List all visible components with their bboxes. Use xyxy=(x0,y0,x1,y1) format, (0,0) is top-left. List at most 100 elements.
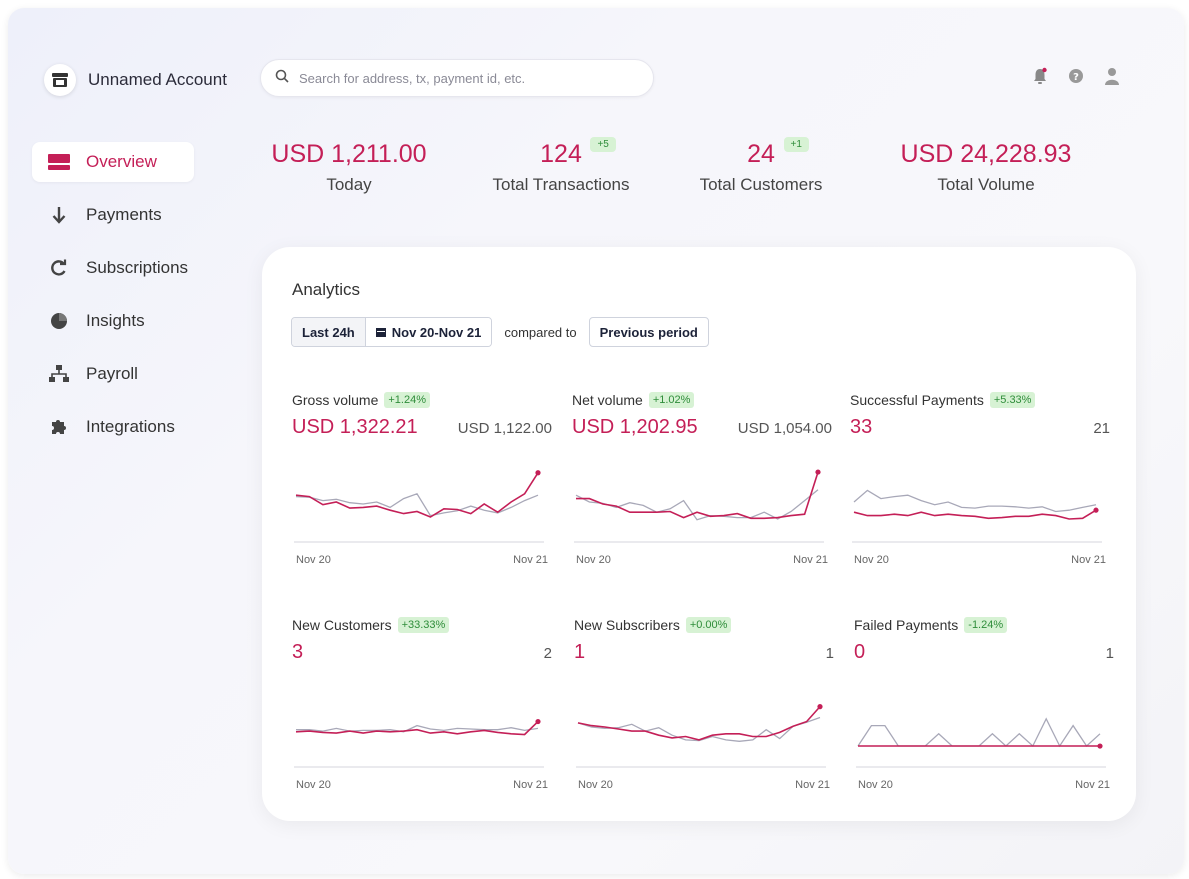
sidebar-item-label: Overview xyxy=(86,152,157,171)
analytics-title: Analytics xyxy=(292,280,361,299)
sidebar-item-label: Payroll xyxy=(86,364,138,383)
sidebar-item-integrations[interactable]: Integrations xyxy=(32,407,194,447)
date-range-label: Nov 20-Nov 21 xyxy=(391,324,482,340)
metric-change-badge: +33.33% xyxy=(397,617,450,633)
metric-new-customers: New Customers +33.33% 3 2 Nov 20 Nov 21 xyxy=(292,617,552,817)
series-end-point xyxy=(1093,507,1099,513)
arrow-down-icon xyxy=(48,204,70,226)
sparkline-chart xyxy=(856,717,1106,768)
compared-label: compared to xyxy=(504,324,577,340)
stat-value: USD 1,211.00 xyxy=(271,140,427,168)
stat-value: USD 24,228.93 xyxy=(900,140,1072,168)
metric-change-badge: +1.24% xyxy=(384,392,430,408)
metric-current-value: 33 xyxy=(850,416,873,438)
metric-current-value: 3 xyxy=(292,641,304,663)
x-tick-label: Nov 20 xyxy=(854,554,889,566)
metric-failed-payments: Failed Payments -1.24% 0 1 Nov 20 Nov 21 xyxy=(854,617,1114,817)
x-tick-label: Nov 21 xyxy=(513,554,548,566)
date-range-selector: Last 24h Nov 20-Nov 21 xyxy=(291,317,493,347)
metric-title: New Customers xyxy=(292,617,392,633)
metric-current-value: USD 1,322.21 xyxy=(292,416,418,438)
metric-title: Failed Payments xyxy=(854,617,959,633)
series-line-previous xyxy=(857,717,1101,748)
sidebar-item-subscriptions[interactable]: Subscriptions xyxy=(32,248,194,288)
summary-stats: USD 1,211.00 Today 124 +5 Total Transacti… xyxy=(264,137,1144,195)
account-name: Unnamed Account xyxy=(88,70,227,89)
calendar-icon xyxy=(375,325,386,340)
metric-change-badge: +1.02% xyxy=(648,392,695,408)
sidebar-item-overview[interactable]: Overview xyxy=(32,142,194,182)
org-chart-icon xyxy=(48,363,70,385)
sidebar-item-label: Subscriptions xyxy=(86,258,189,277)
x-tick-label: Nov 21 xyxy=(793,554,828,566)
stat-label: Total Volume xyxy=(937,175,1035,194)
series-line-previous xyxy=(577,716,821,742)
sidebar-item-payments[interactable]: Payments xyxy=(32,195,194,235)
range-button[interactable]: Last 24h xyxy=(292,318,365,346)
stat-label: Today xyxy=(326,175,372,194)
metric-successful-payments: Successful Payments +5.33% 33 21 Nov 20 Nov… xyxy=(850,392,1110,592)
sparkline-chart xyxy=(294,718,544,768)
stat-label: Total Customers xyxy=(699,175,823,194)
metric-title: New Subscribers xyxy=(574,617,680,633)
user-icon[interactable] xyxy=(1102,66,1122,86)
sidebar-item-label: Integrations xyxy=(86,417,175,436)
stat-value: 124 xyxy=(540,140,582,168)
sparkline-chart xyxy=(852,489,1102,543)
metric-current-value: 1 xyxy=(574,641,586,663)
stat-label: Total Transactions xyxy=(492,175,630,194)
x-tick-label: Nov 21 xyxy=(513,779,548,791)
metric-title: Gross volume xyxy=(292,392,379,408)
sidebar-item-insights[interactable]: Insights xyxy=(32,301,194,341)
metric-current-value: USD 1,202.95 xyxy=(572,416,698,438)
metric-previous-value: 1 xyxy=(1105,645,1114,662)
metric-previous-value: 1 xyxy=(825,645,834,662)
sparkline-chart xyxy=(294,470,544,543)
puzzle-icon xyxy=(48,416,70,438)
x-tick-label: Nov 20 xyxy=(578,779,613,791)
series-line-current xyxy=(576,471,819,520)
stat-total-customers: 24 +1 Total Customers xyxy=(666,137,856,195)
x-tick-label: Nov 20 xyxy=(296,554,331,566)
series-end-point xyxy=(535,718,541,725)
metric-title: Net volume xyxy=(572,392,643,408)
series-line-previous xyxy=(296,724,539,733)
stat-total-volume: USD 24,228.93 Total Volume xyxy=(856,140,1116,195)
series-end-point xyxy=(1097,743,1103,749)
search-icon xyxy=(275,69,289,88)
analytics-card: Analytics Last 24h Nov 20-Nov 21 compare… xyxy=(262,247,1136,821)
stat-delta-badge: +1 xyxy=(783,137,809,152)
metric-change-badge: +0.00% xyxy=(685,617,732,633)
sidebar-item-label: Insights xyxy=(86,311,145,330)
bell-icon[interactable] xyxy=(1030,66,1050,86)
metric-previous-value: 21 xyxy=(1093,420,1110,437)
header-actions: ? xyxy=(1030,66,1122,86)
sidebar-item-label: Payments xyxy=(86,205,162,224)
metric-current-value: 0 xyxy=(854,641,866,663)
x-tick-label: Nov 20 xyxy=(576,554,611,566)
series-end-point xyxy=(535,470,541,476)
stat-today: USD 1,211.00 Today xyxy=(264,140,434,195)
search-bar[interactable] xyxy=(260,59,654,97)
compare-period-button[interactable]: Previous period xyxy=(588,317,709,347)
sparkline-chart xyxy=(574,469,824,543)
x-tick-label: Nov 20 xyxy=(858,779,893,791)
help-icon[interactable]: ? xyxy=(1066,66,1086,86)
svg-text:?: ? xyxy=(1073,72,1079,83)
refresh-icon xyxy=(48,257,70,279)
account-switcher[interactable]: Unnamed Account xyxy=(44,64,227,96)
series-end-point xyxy=(817,704,823,710)
sparkline-chart xyxy=(576,704,826,768)
date-range-button[interactable]: Nov 20-Nov 21 xyxy=(365,318,492,346)
metric-net-volume: Net volume +1.02% USD 1,202.95 USD 1,054.0… xyxy=(572,392,832,592)
search-input[interactable] xyxy=(299,70,653,86)
series-line-current xyxy=(295,721,539,736)
x-tick-label: Nov 20 xyxy=(296,779,331,791)
sidebar: Overview Payments Subscriptions Insights… xyxy=(32,142,194,460)
sidebar-item-payroll[interactable]: Payroll xyxy=(32,354,194,394)
series-line-previous xyxy=(853,489,1097,513)
metric-new-subscribers: New Subscribers +0.00% 1 1 Nov 20 Nov 21 xyxy=(574,617,834,817)
overview-icon xyxy=(48,151,70,173)
stat-value: 24 xyxy=(747,140,775,168)
metric-title: Successful Payments xyxy=(850,392,984,408)
